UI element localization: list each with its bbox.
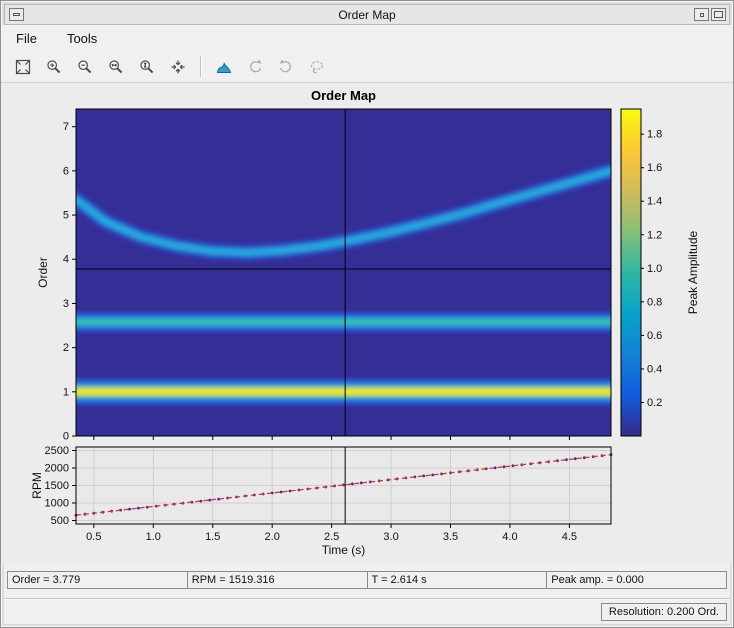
order-axis-label: Order [36,257,50,288]
svg-text:2000: 2000 [45,463,69,475]
svg-text:1: 1 [63,386,69,398]
svg-text:1.2: 1.2 [647,229,662,241]
minimize-icon [699,12,704,17]
svg-text:3: 3 [63,298,69,310]
plot-title: Order Map [311,88,376,103]
svg-text:0.5: 0.5 [86,531,101,543]
status-bar: Order = 3.779 RPM = 1519.316 T = 2.614 s… [7,571,727,589]
rotate-ccw-icon [249,59,261,72]
lasso-button[interactable] [303,53,330,80]
status-peak-amp: Peak amp. = 0.000 [546,571,727,589]
toolbar-separator [200,56,201,77]
toolbar [1,51,733,83]
svg-text:1.0: 1.0 [146,531,161,543]
zoom-x-icon [108,59,122,73]
svg-text:1.4: 1.4 [647,196,662,208]
svg-text:0.2: 0.2 [647,397,662,409]
svg-text:3.5: 3.5 [443,531,458,543]
zoom-out-icon [77,59,91,73]
bottom-divider [4,598,730,600]
fit-view-icon [15,59,30,74]
svg-text:0.4: 0.4 [647,363,662,375]
svg-text:3.0: 3.0 [383,531,398,543]
svg-text:1.8: 1.8 [647,129,662,141]
svg-text:1000: 1000 [45,498,69,510]
svg-text:2.5: 2.5 [324,531,339,543]
zoom-in-icon [46,59,60,73]
svg-text:4: 4 [63,254,69,266]
status-rpm: RPM = 1519.316 [186,571,368,589]
zoom-y-icon [139,59,153,73]
window-controls [694,8,726,21]
rotate-cw-icon [279,59,291,72]
status-order: Order = 3.779 [7,571,188,589]
svg-text:0: 0 [63,431,69,443]
menu-bar: File Tools [1,25,733,51]
plots-canvas[interactable]: Order Map 0 1 2 3 4 5 6 7 Order 0.2 0.4 0.6 0.8 1.0 1.2… [1,83,734,563]
svg-text:4.5: 4.5 [562,531,577,543]
colormap-button[interactable] [210,53,237,80]
svg-text:0.8: 0.8 [647,296,662,308]
lasso-icon [310,60,323,73]
maximize-icon [714,11,723,18]
svg-text:2: 2 [63,342,69,354]
svg-text:5: 5 [63,210,69,222]
zoom-in-button[interactable] [40,53,67,80]
svg-text:7: 7 [63,121,69,133]
svg-text:6: 6 [63,165,69,177]
zoom-y-button[interactable] [133,53,160,80]
figure-area: Order Map 0 1 2 3 4 5 6 7 Order 0.2 0.4 0.6 0.8 1.0 1.2… [1,83,733,563]
colorbar [620,108,642,437]
svg-text:0.6: 0.6 [647,330,662,342]
resolution-readout: Resolution: 0.200 Ord. [600,603,727,621]
zoom-out-button[interactable] [71,53,98,80]
status-time: T = 2.614 s [366,571,548,589]
colormap-icon [216,61,231,73]
order-map-window: Order Map File Tools Order Map 0 1 2 3 4… [0,0,734,628]
maximize-button[interactable] [711,8,726,21]
svg-text:1500: 1500 [45,480,69,492]
titlebar[interactable]: Order Map [4,4,730,25]
window-menu-button[interactable] [9,8,24,21]
svg-text:2500: 2500 [45,445,69,457]
svg-text:4.0: 4.0 [502,531,517,543]
svg-text:1.0: 1.0 [647,263,662,275]
window-title: Order Map [338,7,396,22]
window-menu-icon [13,13,20,16]
fit-view-button[interactable] [9,53,36,80]
rotate-ccw-button[interactable] [241,53,268,80]
zoom-x-button[interactable] [102,53,129,80]
reset-view-button[interactable] [164,53,191,80]
colorbar-label: Peak Amplitude [686,230,700,314]
svg-text:1.6: 1.6 [647,162,662,174]
rotate-cw-button[interactable] [272,53,299,80]
svg-text:1.5: 1.5 [205,531,220,543]
time-axis-label: Time (s) [322,543,366,557]
reset-view-icon [171,60,184,73]
rpm-axis-label: RPM [30,472,44,499]
svg-text:2.0: 2.0 [265,531,280,543]
minimize-button[interactable] [694,8,709,21]
menu-file[interactable]: File [14,29,39,48]
menu-tools[interactable]: Tools [65,29,99,48]
svg-text:500: 500 [51,515,69,527]
